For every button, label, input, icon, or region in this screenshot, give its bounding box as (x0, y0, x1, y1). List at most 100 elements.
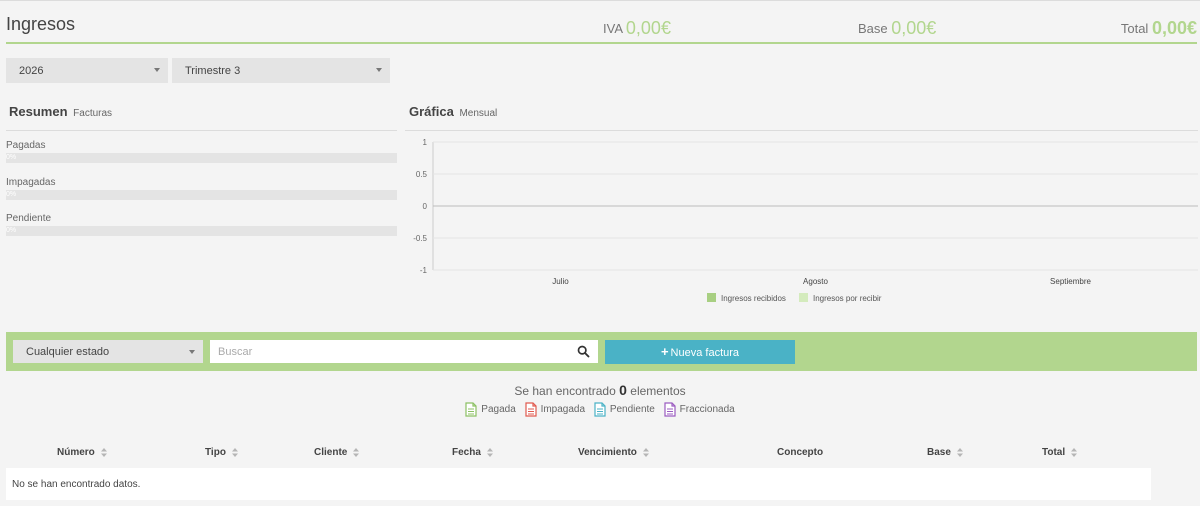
chart-y-tick-label: 0 (423, 202, 428, 211)
status-legend-label: Impagada (540, 404, 586, 416)
search-box (210, 340, 598, 363)
search-icon[interactable] (577, 345, 590, 358)
column-header-label: Vencimiento (578, 447, 637, 458)
chart-x-tick-label: Julio (552, 277, 569, 286)
chart-y-tick-label: -1 (420, 266, 428, 275)
progress-bar-impagadas: 0% (6, 190, 397, 200)
sort-icon (100, 447, 107, 457)
status-filter-select[interactable]: Cualquier estado (13, 340, 203, 363)
column-header-label: Cliente (314, 447, 348, 458)
column-header-label: Número (57, 447, 95, 458)
monthly-income-chart: 1 0.5 0 -0.5 -1 Julio Agosto Septiembre Ingresos… (413, 138, 1198, 303)
iva-summary: IVA 0,00€ (603, 17, 671, 38)
grafica-divider (405, 130, 1198, 131)
column-header-fecha[interactable]: Fecha (452, 447, 493, 458)
status-legend-impagada: Impagada (524, 402, 586, 417)
page-title: Ingresos (6, 14, 76, 34)
column-header-numero[interactable]: Número (57, 447, 107, 458)
status-legend-pagada: Pagada (465, 402, 516, 417)
sort-icon (353, 447, 360, 457)
search-input[interactable] (210, 340, 570, 363)
total-value: 0,00€ (1151, 18, 1197, 38)
new-invoice-button[interactable]: + Nueva factura (605, 340, 795, 364)
document-icon (664, 402, 676, 417)
base-value: 0,00€ (891, 18, 937, 38)
progress-label-pendiente: Pendiente (6, 213, 52, 224)
status-legend-pendiente: Pendiente (594, 402, 655, 417)
sort-icon (486, 447, 493, 457)
sort-icon (956, 447, 963, 457)
table-empty-row: No se han encontrado datos. (6, 468, 1151, 500)
column-header-tipo[interactable]: Tipo (205, 447, 238, 458)
document-icon (524, 402, 537, 417)
progress-percent: 0% (6, 191, 17, 198)
top-border (0, 0, 1200, 1)
invoice-toolbar: Cualquier estado +Nueva factura (6, 332, 1197, 371)
total-label: Total (1120, 21, 1149, 36)
chart-x-tick-label: Septiembre (1050, 277, 1091, 286)
progress-label-pagadas: Pagadas (6, 140, 46, 151)
document-icon (594, 402, 606, 417)
grafica-subheading: Mensual (459, 108, 498, 119)
sort-icon (231, 447, 238, 457)
chart-x-tick-label: Agosto (803, 277, 828, 286)
chart-legend-swatch (707, 293, 716, 302)
resumen-title: Resumen Facturas (9, 104, 112, 119)
quarter-select-value: Trimestre 3 (185, 65, 241, 77)
column-header-label: Tipo (205, 447, 226, 458)
progress-bar-pagadas: 0% (6, 153, 397, 163)
status-legend-label: Pendiente (609, 404, 655, 416)
plus-icon: + (660, 344, 669, 359)
caret-down-icon (189, 350, 195, 354)
resumen-heading: Resumen (9, 104, 68, 119)
sort-icon (642, 447, 649, 457)
progress-percent: 0% (6, 227, 17, 234)
status-legend-fraccionada: Fraccionada (664, 402, 735, 417)
grafica-heading: Gráfica (409, 104, 454, 119)
total-summary: Total 0,00€ (1121, 17, 1197, 38)
quarter-select[interactable]: Trimestre 3 (172, 58, 390, 83)
column-header-concepto: Concepto (777, 447, 823, 458)
status-legend-label: Fraccionada (679, 404, 735, 416)
results-number: 0 (619, 382, 627, 398)
column-header-label: Fecha (452, 447, 481, 458)
invoice-status-legend: Pagada Impagada Pendiente Fraccionada (0, 402, 1200, 417)
year-select[interactable]: 2026 (6, 58, 168, 83)
column-header-vencimiento[interactable]: Vencimiento (578, 447, 649, 458)
column-header-label: Base (927, 447, 951, 458)
base-summary: Base 0,00€ (858, 17, 936, 38)
new-invoice-label: Nueva factura (670, 347, 740, 359)
results-count: Se han encontrado 0 elementos (0, 382, 1200, 398)
chart-legend-label: Ingresos recibidos (721, 294, 786, 303)
status-legend-label: Pagada (481, 404, 516, 416)
resumen-divider (6, 130, 397, 131)
iva-label: IVA (603, 21, 623, 36)
chart-legend-label: Ingresos por recibir (813, 294, 882, 303)
chart-y-tick-label: 1 (423, 138, 428, 147)
grafica-title: Gráfica Mensual (409, 104, 497, 119)
status-filter-value: Cualquier estado (26, 346, 110, 358)
column-header-base[interactable]: Base (927, 447, 963, 458)
progress-bar-pendiente: 0% (6, 226, 397, 236)
document-icon (465, 402, 477, 417)
iva-value: 0,00€ (625, 18, 671, 38)
caret-down-icon (376, 68, 382, 72)
chart-legend-swatch (799, 293, 808, 302)
table-empty-message: No se han encontrado datos. (12, 479, 141, 490)
page-header: Ingresos IVA 0,00€ Base 0,00€ Total 0,00… (6, 6, 1197, 44)
chart-y-tick-label: -0.5 (413, 234, 427, 243)
base-label: Base (858, 21, 888, 36)
resumen-subheading: Facturas (73, 108, 113, 119)
column-header-cliente[interactable]: Cliente (314, 447, 360, 458)
column-header-label: Total (1042, 447, 1066, 458)
year-select-value: 2026 (19, 65, 44, 77)
progress-label-impagadas: Impagadas (6, 177, 56, 188)
chart-y-tick-label: 0.5 (416, 170, 428, 179)
column-header-total[interactable]: Total (1042, 447, 1078, 458)
progress-percent: 0% (6, 154, 17, 161)
column-header-label: Concepto (777, 447, 824, 458)
results-prefix: Se han encontrado (514, 384, 616, 398)
caret-down-icon (154, 68, 160, 72)
results-suffix: elementos (630, 384, 686, 398)
sort-icon (1071, 447, 1078, 457)
